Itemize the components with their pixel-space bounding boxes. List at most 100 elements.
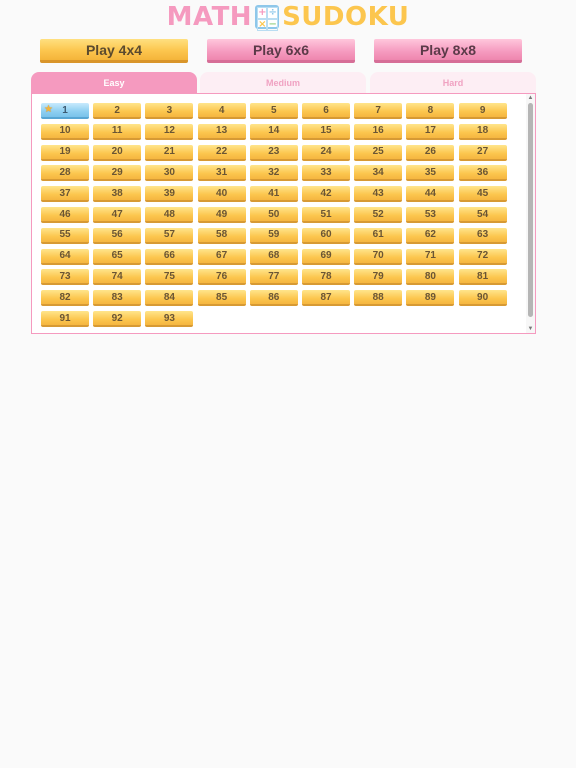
- level-button-60[interactable]: 60: [302, 227, 350, 244]
- level-button-26[interactable]: 26: [406, 144, 455, 161]
- level-button-8[interactable]: 8: [406, 103, 455, 119]
- tab-easy[interactable]: Easy: [31, 72, 197, 93]
- level-button-1[interactable]: ★ 1: [41, 103, 89, 119]
- level-button-30[interactable]: 30: [145, 165, 194, 182]
- level-button-64[interactable]: 64: [41, 248, 89, 265]
- level-button-41[interactable]: 41: [249, 186, 298, 203]
- level-button-69[interactable]: 69: [302, 248, 350, 265]
- level-button-91[interactable]: 91: [41, 311, 89, 327]
- scroll-thumb[interactable]: [528, 103, 533, 317]
- level-button-22[interactable]: 22: [197, 144, 246, 161]
- level-button-87[interactable]: 87: [302, 290, 350, 307]
- level-button-17[interactable]: 17: [406, 123, 455, 140]
- level-button-28[interactable]: 28: [41, 165, 89, 182]
- level-button-21[interactable]: 21: [145, 144, 194, 161]
- level-button-13[interactable]: 13: [197, 123, 246, 140]
- level-button-49[interactable]: 49: [197, 207, 246, 223]
- level-button-23[interactable]: 23: [249, 144, 298, 161]
- level-button-78[interactable]: 78: [302, 269, 350, 286]
- level-button-34[interactable]: 34: [354, 165, 403, 182]
- level-scrollbar[interactable]: ▲ ▼: [526, 94, 535, 333]
- level-button-31[interactable]: 31: [197, 165, 246, 182]
- level-button-86[interactable]: 86: [249, 290, 298, 307]
- scroll-down-icon[interactable]: ▼: [526, 325, 535, 333]
- level-button-65[interactable]: 65: [93, 248, 142, 265]
- level-button-54[interactable]: 54: [458, 207, 507, 223]
- play-4x4-button[interactable]: Play 4x4: [40, 39, 188, 63]
- level-button-53[interactable]: 53: [406, 207, 455, 223]
- level-button-45[interactable]: 45: [458, 186, 507, 203]
- level-button-7[interactable]: 7: [354, 103, 403, 119]
- level-button-2[interactable]: 2: [93, 103, 142, 119]
- level-button-19[interactable]: 19: [41, 144, 89, 161]
- level-button-76[interactable]: 76: [197, 269, 246, 286]
- level-button-48[interactable]: 48: [145, 207, 194, 223]
- level-button-82[interactable]: 82: [41, 290, 89, 307]
- level-button-4[interactable]: 4: [197, 103, 246, 119]
- level-button-12[interactable]: 12: [145, 123, 194, 140]
- level-button-27[interactable]: 27: [458, 144, 507, 161]
- level-button-36[interactable]: 36: [458, 165, 507, 182]
- level-button-57[interactable]: 57: [145, 227, 194, 244]
- level-button-25[interactable]: 25: [354, 144, 403, 161]
- level-button-61[interactable]: 61: [354, 227, 403, 244]
- level-button-80[interactable]: 80: [406, 269, 455, 286]
- level-button-85[interactable]: 85: [197, 290, 246, 307]
- level-button-47[interactable]: 47: [93, 207, 142, 223]
- level-button-93[interactable]: 93: [145, 311, 194, 327]
- level-button-58[interactable]: 58: [197, 227, 246, 244]
- level-button-14[interactable]: 14: [249, 123, 298, 140]
- level-button-38[interactable]: 38: [93, 186, 142, 203]
- level-button-75[interactable]: 75: [145, 269, 194, 286]
- level-button-37[interactable]: 37: [41, 186, 89, 203]
- level-button-73[interactable]: 73: [41, 269, 89, 286]
- level-button-70[interactable]: 70: [354, 248, 403, 265]
- level-button-67[interactable]: 67: [197, 248, 246, 265]
- level-button-33[interactable]: 33: [302, 165, 350, 182]
- level-button-10[interactable]: 10: [41, 123, 89, 140]
- level-button-3[interactable]: 3: [145, 103, 194, 119]
- level-button-59[interactable]: 59: [249, 227, 298, 244]
- level-button-43[interactable]: 43: [354, 186, 403, 203]
- level-button-81[interactable]: 81: [458, 269, 507, 286]
- level-button-51[interactable]: 51: [302, 207, 350, 223]
- scroll-up-icon[interactable]: ▲: [526, 94, 535, 102]
- level-button-32[interactable]: 32: [249, 165, 298, 182]
- level-button-42[interactable]: 42: [302, 186, 350, 203]
- level-button-89[interactable]: 89: [406, 290, 455, 307]
- level-button-39[interactable]: 39: [145, 186, 194, 203]
- level-button-11[interactable]: 11: [93, 123, 142, 140]
- level-button-16[interactable]: 16: [354, 123, 403, 140]
- level-button-35[interactable]: 35: [406, 165, 455, 182]
- level-button-92[interactable]: 92: [93, 311, 142, 327]
- level-button-20[interactable]: 20: [93, 144, 142, 161]
- play-8x8-button[interactable]: Play 8x8: [374, 39, 522, 63]
- level-button-24[interactable]: 24: [302, 144, 350, 161]
- level-button-66[interactable]: 66: [145, 248, 194, 265]
- level-button-52[interactable]: 52: [354, 207, 403, 223]
- level-button-88[interactable]: 88: [354, 290, 403, 307]
- level-button-15[interactable]: 15: [302, 123, 350, 140]
- level-button-79[interactable]: 79: [354, 269, 403, 286]
- level-button-83[interactable]: 83: [93, 290, 142, 307]
- level-button-71[interactable]: 71: [406, 248, 455, 265]
- level-button-9[interactable]: 9: [458, 103, 507, 119]
- level-button-6[interactable]: 6: [302, 103, 350, 119]
- level-button-5[interactable]: 5: [249, 103, 298, 119]
- level-button-62[interactable]: 62: [406, 227, 455, 244]
- level-button-44[interactable]: 44: [406, 186, 455, 203]
- level-button-77[interactable]: 77: [249, 269, 298, 286]
- level-button-50[interactable]: 50: [249, 207, 298, 223]
- level-button-29[interactable]: 29: [93, 165, 142, 182]
- level-button-84[interactable]: 84: [145, 290, 194, 307]
- tab-medium[interactable]: Medium: [200, 72, 366, 93]
- tab-hard[interactable]: Hard: [370, 72, 536, 93]
- level-button-74[interactable]: 74: [93, 269, 142, 286]
- level-button-46[interactable]: 46: [41, 207, 89, 223]
- level-button-90[interactable]: 90: [458, 290, 507, 307]
- level-button-72[interactable]: 72: [458, 248, 507, 265]
- level-button-63[interactable]: 63: [458, 227, 507, 244]
- level-button-56[interactable]: 56: [93, 227, 142, 244]
- level-button-18[interactable]: 18: [458, 123, 507, 140]
- level-button-55[interactable]: 55: [41, 227, 89, 244]
